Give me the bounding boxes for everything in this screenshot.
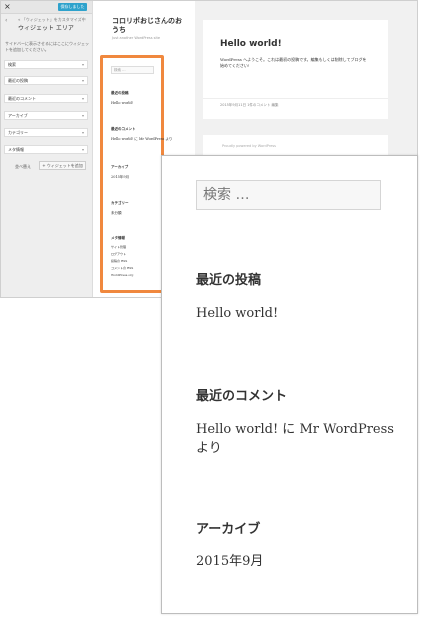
- customizer-sidebar: × 保存しました ‹ « 「ウィジェット」をカスタマイズ中 ウィジェット エリア…: [1, 1, 93, 297]
- mini-heading-categories: カテゴリー: [111, 201, 129, 205]
- mini-meta-link[interactable]: 投稿の RSS: [111, 259, 127, 263]
- panel-title: ウィジェット エリア: [18, 25, 74, 32]
- heading-archives: アーカイブ: [196, 522, 261, 537]
- chevron-down-icon: ▾: [81, 78, 84, 83]
- chevron-down-icon: ▾: [81, 130, 84, 135]
- mini-heading-recent-posts: 最近の投稿: [111, 91, 129, 95]
- recent-post-link[interactable]: Hello world!: [196, 303, 278, 325]
- chevron-down-icon: ▾: [81, 147, 84, 152]
- post-meta-bar: 2015年9月11日 1件のコメント 編集: [203, 98, 388, 120]
- mini-meta-link[interactable]: WordPress.org: [111, 273, 133, 277]
- heading-recent-posts: 最近の投稿: [196, 273, 262, 288]
- widget-row-archives[interactable]: アーカイブ ▾: [4, 111, 88, 120]
- back-arrow-icon[interactable]: ‹: [5, 17, 7, 24]
- mini-heading-archives: アーカイブ: [111, 165, 129, 169]
- post-card: Hello world! WordPress へようこそ。これは最初の投稿です。…: [203, 20, 388, 119]
- widget-row-meta[interactable]: メタ情報 ▾: [4, 145, 88, 154]
- mini-heading-meta: メタ情報: [111, 236, 125, 240]
- site-title[interactable]: コロリポおじさんのおうち: [112, 17, 182, 35]
- widget-label: アーカイブ: [8, 113, 28, 118]
- mini-heading-recent-comments: 最近のコメント: [111, 127, 136, 131]
- save-button[interactable]: 保存しました: [58, 3, 87, 11]
- mini-recent-post-link[interactable]: Hello world!: [111, 101, 133, 105]
- reorder-link[interactable]: 並べ替え: [15, 164, 31, 170]
- add-widget-button[interactable]: + ウィジェットを追加: [39, 161, 86, 170]
- widget-label: カテゴリー: [8, 130, 28, 135]
- mini-recent-comment[interactable]: Hello world! に Mr WordPress より: [111, 137, 172, 142]
- widget-label: 最近のコメント: [8, 96, 36, 101]
- recent-comment-line[interactable]: Hello world! に Mr WordPress: [196, 419, 394, 441]
- widget-label: メタ情報: [8, 147, 24, 152]
- chevron-down-icon: ▾: [81, 62, 84, 67]
- post-meta[interactable]: 2015年9月11日 1件のコメント 編集: [220, 103, 279, 108]
- mini-meta-link[interactable]: コメントの RSS: [111, 266, 133, 270]
- chevron-down-icon: ▾: [81, 113, 84, 118]
- widget-label: 検索: [8, 62, 16, 67]
- footer-credit[interactable]: Proudly powered by WordPress: [222, 144, 276, 148]
- site-tagline: Just another WordPress site: [112, 36, 161, 40]
- widget-label: 最近の投稿: [8, 78, 28, 83]
- recent-comment-line: より: [196, 441, 222, 456]
- panel-description: サイドバーに表示させるにはここにウィジェットを追加してください。: [5, 41, 89, 52]
- mini-search-input[interactable]: 検索 …: [111, 66, 154, 74]
- close-icon[interactable]: ×: [4, 1, 11, 13]
- widget-row-search[interactable]: 検索 ▾: [4, 60, 88, 69]
- mini-meta-link[interactable]: サイト管理: [111, 245, 126, 249]
- heading-recent-comments: 最近のコメント: [196, 389, 288, 404]
- archive-link[interactable]: 2015年9月: [196, 551, 263, 573]
- mini-archive-link[interactable]: 2015年9月: [111, 175, 129, 180]
- widget-area-highlight: 検索 … 最近の投稿 Hello world! 最近のコメント Hello wo…: [100, 55, 172, 293]
- widget-row-recent-posts[interactable]: 最近の投稿 ▾: [4, 76, 88, 85]
- mini-category-link[interactable]: 未分類: [111, 211, 122, 216]
- zoomed-widget-area: 検索 … 最近の投稿 Hello world! 最近のコメント Hello wo…: [161, 155, 418, 614]
- widget-row-recent-comments[interactable]: 最近のコメント ▾: [4, 94, 88, 103]
- post-body: WordPress へようこそ。これは最初の投稿です。編集もしくは削除してブログ…: [220, 57, 367, 68]
- widget-row-categories[interactable]: カテゴリー ▾: [4, 128, 88, 137]
- post-title[interactable]: Hello world!: [220, 39, 282, 49]
- chevron-down-icon: ▾: [81, 96, 84, 101]
- search-input[interactable]: 検索 …: [196, 180, 381, 210]
- mini-meta-link[interactable]: ログアウト: [111, 252, 126, 256]
- customizer-topbar: × 保存しました: [1, 1, 92, 14]
